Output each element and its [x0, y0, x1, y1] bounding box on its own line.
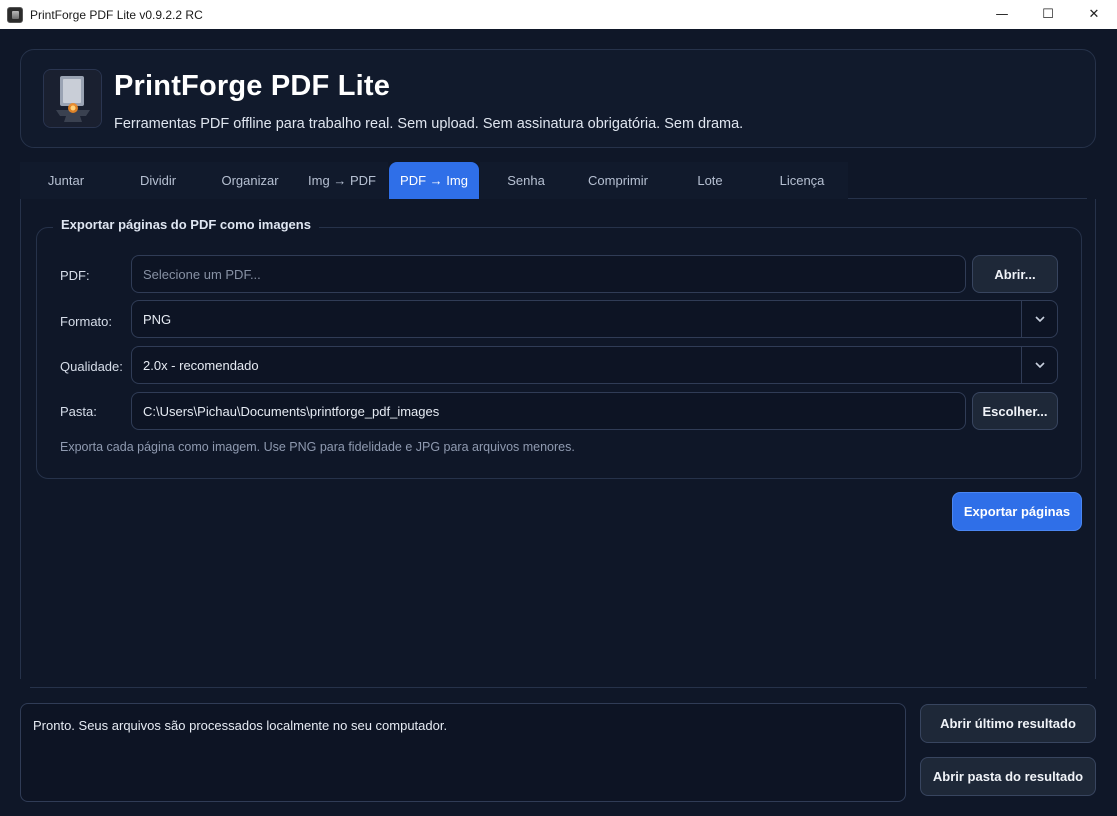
open-last-result-button[interactable]: Abrir último resultado [920, 704, 1096, 743]
close-button[interactable]: ✕ [1071, 0, 1117, 29]
format-label: Formato: [60, 314, 113, 329]
app-window: PrintForge PDF Lite Ferramentas PDF offl… [0, 29, 1117, 816]
group-title: Exportar páginas do PDF como imagens [53, 217, 319, 232]
folder-path: C:\Users\Pichau\Documents\printforge_pdf… [143, 403, 440, 419]
tab-senha[interactable]: Senha [480, 162, 572, 199]
app-name: PrintForge PDF Lite [114, 70, 391, 102]
format-select[interactable]: PNG [131, 300, 1058, 338]
minimize-button[interactable]: — [979, 0, 1025, 29]
app-tagline: Ferramentas PDF offline para trabalho re… [114, 116, 744, 132]
tab-juntar[interactable]: Juntar [20, 162, 112, 199]
pdf-path-field[interactable] [143, 266, 965, 282]
chevron-down-icon[interactable] [1021, 347, 1057, 383]
folder-input[interactable]: C:\Users\Pichau\Documents\printforge_pdf… [131, 392, 966, 430]
chevron-down-icon[interactable] [1021, 301, 1057, 337]
tab-lote[interactable]: Lote [664, 162, 756, 199]
tab-pdf-to-img[interactable]: PDF → Img [389, 162, 479, 199]
tab-bar: Juntar Dividir Organizar Img → PDF PDF →… [20, 162, 848, 200]
pdf-to-img-panel: Exportar páginas do PDF como imagens PDF… [20, 199, 1096, 679]
window-controls: — ☐ ✕ [979, 0, 1117, 29]
open-result-folder-button[interactable]: Abrir pasta do resultado [920, 757, 1096, 796]
quality-label: Qualidade: [60, 359, 123, 374]
maximize-button[interactable]: ☐ [1025, 0, 1071, 29]
window-titlebar: PrintForge PDF Lite v0.9.2.2 RC — ☐ ✕ [0, 0, 1117, 29]
tab-organizar[interactable]: Organizar [204, 162, 296, 199]
app-icon [7, 6, 23, 23]
open-pdf-button[interactable]: Abrir... [972, 255, 1058, 293]
export-pages-button[interactable]: Exportar páginas [952, 492, 1082, 531]
folder-label: Pasta: [60, 404, 97, 419]
panel-divider [30, 687, 1087, 688]
tab-img-to-pdf[interactable]: Img → PDF [296, 162, 388, 199]
export-hint: Exporta cada página como imagem. Use PNG… [60, 440, 575, 454]
quality-value: 2.0x - recomendado [143, 357, 259, 373]
export-group: Exportar páginas do PDF como imagens PDF… [36, 217, 1082, 479]
header-card: PrintForge PDF Lite Ferramentas PDF offl… [20, 49, 1096, 148]
pdf-label: PDF: [60, 268, 90, 283]
quality-select[interactable]: 2.0x - recomendado [131, 346, 1058, 384]
choose-folder-button[interactable]: Escolher... [972, 392, 1058, 430]
tab-comprimir[interactable]: Comprimir [572, 162, 664, 199]
format-value: PNG [143, 311, 172, 327]
pdf-input[interactable] [131, 255, 966, 293]
status-message: Pronto. Seus arquivos são processados lo… [33, 718, 448, 733]
tab-licenca[interactable]: Licença [756, 162, 848, 199]
tab-dividir[interactable]: Dividir [112, 162, 204, 199]
anvil-logo-icon [43, 69, 102, 128]
status-log: Pronto. Seus arquivos são processados lo… [20, 703, 906, 802]
window-title: PrintForge PDF Lite v0.9.2.2 RC [30, 7, 203, 22]
